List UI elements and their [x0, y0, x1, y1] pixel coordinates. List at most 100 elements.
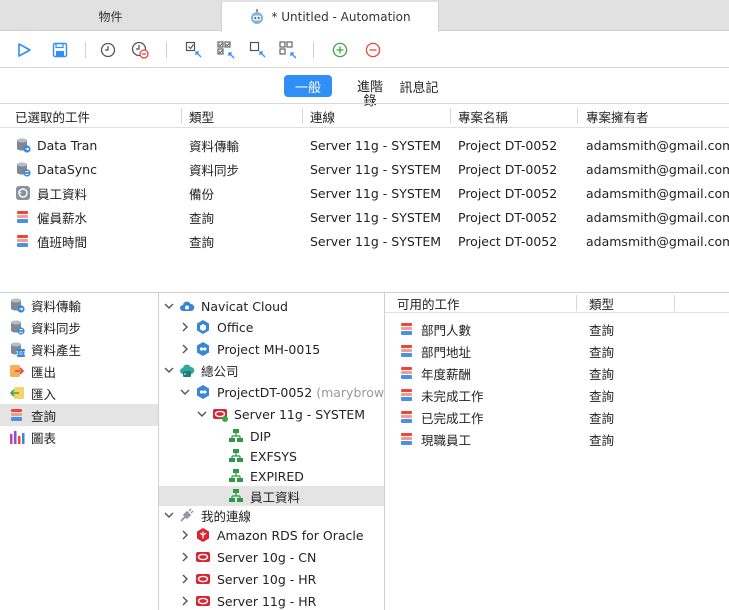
shared-project-icon: [195, 341, 211, 357]
tree-node-server-11g-system[interactable]: Server 11g - SYSTEM: [159, 404, 384, 424]
available-job-name: 年度薪酬: [421, 366, 472, 382]
deselect-all-icon[interactable]: [278, 40, 298, 60]
chevron-right-icon[interactable]: [179, 343, 191, 355]
select-icon[interactable]: [184, 40, 204, 60]
list-item[interactable]: 現職員工 查詢: [385, 428, 729, 450]
tree-node-navicat-cloud[interactable]: Navicat Cloud: [159, 296, 384, 316]
available-jobs-header: 可用的工作 類型: [385, 293, 729, 313]
job-connection: Server 11g - SYSTEM: [310, 185, 442, 201]
chevron-down-icon[interactable]: [179, 386, 191, 398]
tree-node-office[interactable]: Office: [159, 317, 384, 337]
list-item[interactable]: 年度薪酬 查詢: [385, 362, 729, 384]
segment-log[interactable]: 訊息記: [398, 75, 440, 97]
job-type: 查詢: [189, 234, 215, 250]
shared-project-icon: [195, 384, 211, 400]
column-header-type[interactable]: 類型: [189, 104, 214, 128]
tree-node-amazon-rds[interactable]: Amazon RDS for Oracle: [159, 525, 384, 545]
tab-automation-label: * Untitled - Automation: [271, 10, 411, 24]
column-header-job[interactable]: 已選取的工件: [15, 104, 90, 128]
job-type: 查詢: [189, 210, 215, 226]
tree-node-label: Amazon RDS for Oracle: [217, 527, 364, 543]
list-item[interactable]: 部門人數 查詢: [385, 318, 729, 340]
column-divider[interactable]: [450, 108, 451, 124]
segment-general[interactable]: 一般: [284, 75, 332, 97]
tree-node-schema-employee[interactable]: 員工資料: [159, 486, 384, 506]
tree-node-server-10g-hr[interactable]: Server 10g - HR: [159, 569, 384, 589]
chevron-right-icon[interactable]: [179, 595, 191, 607]
chevron-right-icon[interactable]: [179, 529, 191, 541]
query-icon: [399, 409, 415, 425]
data-transfer-icon: [9, 297, 25, 313]
job-name: Data Tran: [37, 137, 98, 153]
column-divider[interactable]: [577, 108, 578, 124]
job-type-item[interactable]: 資料同步: [0, 316, 158, 338]
oracle-connection-icon: [195, 549, 211, 565]
query-icon: [399, 343, 415, 359]
chevron-down-icon[interactable]: [163, 300, 175, 312]
tree-node-label: EXFSYS: [250, 448, 297, 464]
query-icon: [399, 431, 415, 447]
chevron-down-icon[interactable]: [163, 364, 175, 376]
column-divider[interactable]: [674, 295, 675, 311]
tree-node-schema-dip[interactable]: DIP: [159, 426, 384, 446]
job-type-item[interactable]: 匯出: [0, 360, 158, 382]
tree-node-head-office[interactable]: 總公司: [159, 360, 384, 380]
tree-node-schema-exfsys[interactable]: EXFSYS: [159, 446, 384, 466]
chevron-right-icon[interactable]: [179, 573, 191, 585]
list-item[interactable]: 未完成工作 查詢: [385, 384, 729, 406]
chevron-down-icon[interactable]: [196, 408, 208, 420]
job-owner: adamsmith@gmail.com: [586, 161, 729, 177]
on-prem-server-icon: [180, 364, 195, 377]
chevron-right-icon[interactable]: [179, 551, 191, 563]
tree-node-schema-expired[interactable]: EXPIRED: [159, 466, 384, 486]
table-row[interactable]: DataSync 資料同步 Server 11g - SYSTEM Projec…: [0, 157, 729, 181]
tree-node-server-10g-cn[interactable]: Server 10g - CN: [159, 547, 384, 567]
tree-node-project-mh[interactable]: Project MH-0015: [159, 339, 384, 359]
tree-node-my-connections[interactable]: 我的連線: [159, 505, 384, 525]
available-job-name: 已完成工作: [421, 410, 484, 426]
schema-icon: [228, 428, 244, 444]
select-all-icon[interactable]: [216, 40, 236, 60]
data-transfer-icon: [15, 137, 31, 153]
job-name-cell: DataSync: [15, 157, 97, 181]
job-type-item[interactable]: 查詢: [0, 404, 158, 426]
column-header-project[interactable]: 專案名稱: [458, 104, 508, 128]
remove-icon[interactable]: [363, 40, 383, 60]
remove-schedule-icon[interactable]: [130, 40, 150, 60]
table-row[interactable]: 員工資料 備份 Server 11g - SYSTEM Project DT-0…: [0, 181, 729, 205]
tab-automation[interactable]: * Untitled - Automation: [221, 2, 439, 32]
connection-tree: Navicat Cloud Office Project MH-0015 總公司…: [159, 293, 384, 610]
column-header-owner[interactable]: 專案擁有者: [586, 104, 649, 128]
chevron-right-icon[interactable]: [179, 321, 191, 333]
run-icon[interactable]: [14, 40, 34, 60]
table-row[interactable]: 值班時間 查詢 Server 11g - SYSTEM Project DT-0…: [0, 229, 729, 253]
tree-node-project-dt[interactable]: ProjectDT-0052 (marybrown...: [159, 382, 384, 402]
column-divider[interactable]: [302, 108, 303, 124]
available-job-cell: 已完成工作: [399, 406, 484, 428]
job-type-item[interactable]: 圖表: [0, 426, 158, 448]
deselect-icon[interactable]: [248, 40, 268, 60]
column-header-connection[interactable]: 連線: [310, 104, 335, 128]
list-item[interactable]: 部門地址 查詢: [385, 340, 729, 362]
column-header-available-job[interactable]: 可用的工作: [397, 293, 460, 313]
column-divider[interactable]: [576, 295, 577, 311]
add-icon[interactable]: [330, 40, 350, 60]
available-job-name: 部門地址: [421, 344, 472, 360]
tree-node-server-11g-hr[interactable]: Server 11g - HR: [159, 591, 384, 610]
schedule-icon[interactable]: [98, 40, 118, 60]
tab-bar: 物件 * Untitled - Automation: [0, 0, 729, 32]
list-item[interactable]: 已完成工作 查詢: [385, 406, 729, 428]
save-icon[interactable]: [50, 40, 70, 60]
chevron-down-icon[interactable]: [163, 509, 175, 521]
table-row[interactable]: Data Tran 資料傳輸 Server 11g - SYSTEM Proje…: [0, 133, 729, 157]
job-type-item[interactable]: 101 資料產生: [0, 338, 158, 360]
job-type-item[interactable]: 資料傳輸: [0, 294, 158, 316]
job-type: 備份: [189, 186, 215, 202]
tree-node-label: Project MH-0015: [217, 341, 321, 357]
column-header-available-type[interactable]: 類型: [589, 293, 614, 313]
column-divider[interactable]: [181, 108, 182, 124]
table-row[interactable]: 僱員薪水 查詢 Server 11g - SYSTEM Project DT-0…: [0, 205, 729, 229]
tree-node-label: Server 11g - HR: [217, 593, 317, 609]
job-type-item[interactable]: 匯入: [0, 382, 158, 404]
tab-objects[interactable]: 物件: [0, 2, 221, 31]
